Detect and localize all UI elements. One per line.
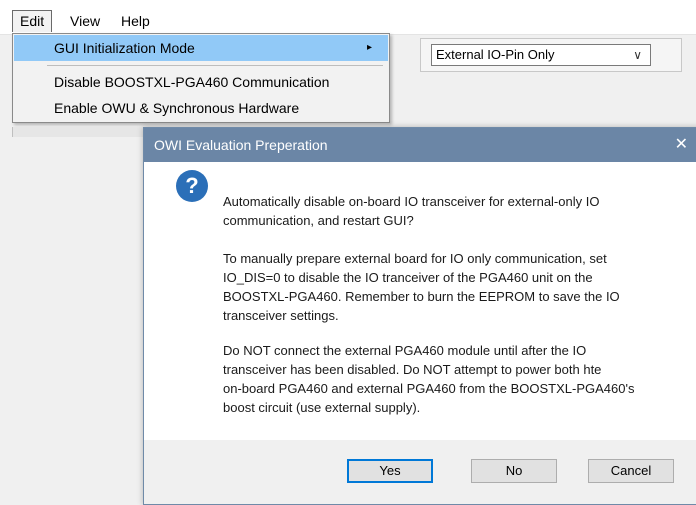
submenu-arrow-icon: ▸ <box>366 42 372 53</box>
owi-dialog: OWI Evaluation Preperation ✕ ? Automatic… <box>143 127 696 505</box>
init-mode-select[interactable]: External IO-Pin Only ∨ <box>431 44 651 66</box>
edit-menu-dropdown: GUI Initialization Mode ▸ Disable BOOSTX… <box>12 33 390 123</box>
dialog-warning-text: Do NOT connect the external PGA460 modul… <box>223 343 635 415</box>
dialog-instructions-text: To manually prepare external board for I… <box>223 251 620 323</box>
no-button[interactable]: No <box>471 459 557 483</box>
dialog-title: OWI Evaluation Preperation <box>154 137 328 153</box>
cancel-button[interactable]: Cancel <box>588 459 674 483</box>
menu-item-label: Disable BOOSTXL-PGA460 Communication <box>54 74 330 90</box>
dialog-question-text: Automatically disable on-board IO transc… <box>223 194 600 228</box>
yes-button[interactable]: Yes <box>347 459 433 483</box>
menu-item-gui-initialization-mode[interactable]: GUI Initialization Mode ▸ <box>14 35 388 61</box>
question-icon: ? <box>176 170 208 202</box>
close-icon[interactable]: ✕ <box>675 128 688 162</box>
init-mode-select-value: External IO-Pin Only <box>436 47 555 62</box>
menu-edit[interactable]: Edit <box>12 10 53 32</box>
dialog-button-bar: Yes No Cancel <box>144 440 696 504</box>
menu-item-disable-boostxl[interactable]: Disable BOOSTXL-PGA460 Communication <box>14 69 388 95</box>
menu-view[interactable]: View <box>63 10 107 32</box>
menu-item-label: GUI Initialization Mode <box>54 40 195 56</box>
dialog-title-bar: OWI Evaluation Preperation ✕ <box>144 128 696 162</box>
menu-help[interactable]: Help <box>114 10 157 32</box>
menu-item-enable-owu[interactable]: Enable OWU & Synchronous Hardware <box>14 95 388 121</box>
background-control <box>12 127 145 137</box>
menu-item-label: Enable OWU & Synchronous Hardware <box>54 100 300 116</box>
init-mode-panel: External IO-Pin Only ∨ <box>420 38 682 72</box>
menu-separator <box>47 65 383 66</box>
chevron-down-icon: ∨ <box>633 48 642 62</box>
menu-bar: Edit View Help <box>0 0 696 35</box>
